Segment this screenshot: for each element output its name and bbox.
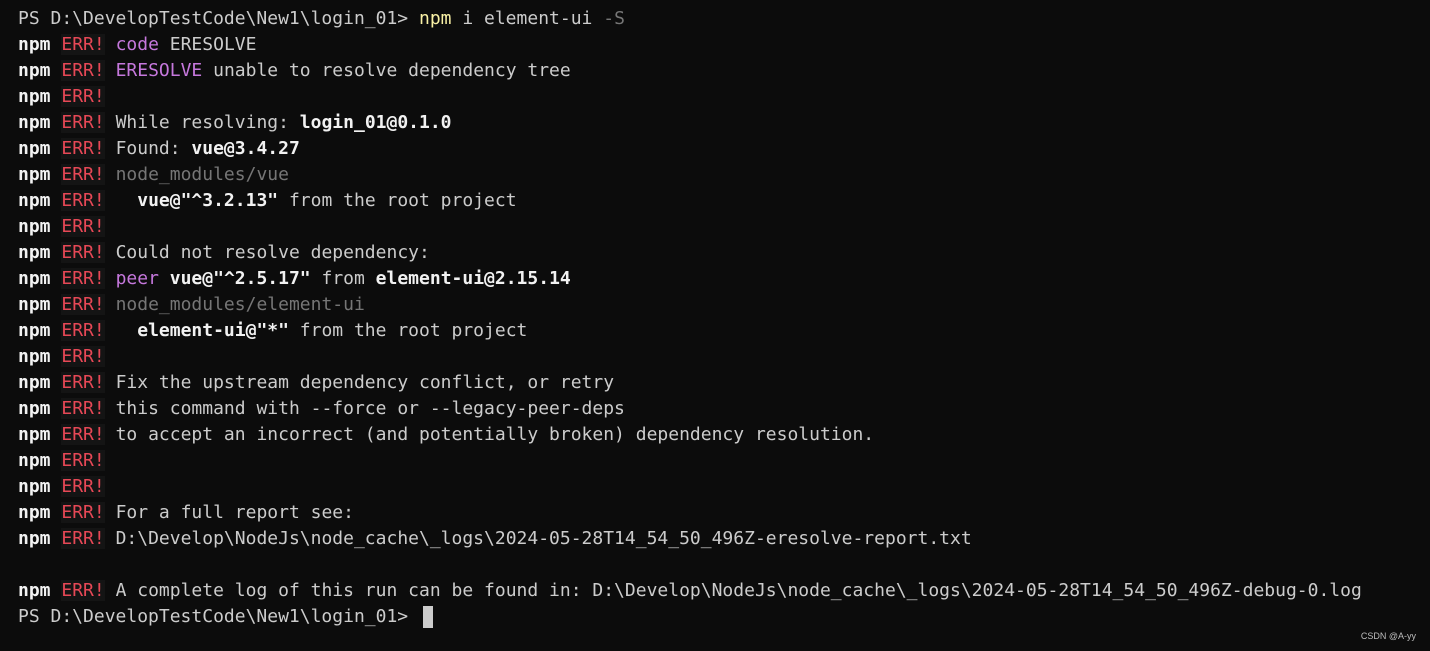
error-code-key: code — [115, 34, 159, 55]
terminal-line: npm ERR! element-ui@"*" from the root pr… — [18, 318, 1430, 344]
npm-prefix: npm — [18, 580, 51, 601]
npm-prefix: npm — [18, 86, 51, 107]
terminal-line-prompt[interactable]: PS D:\DevelopTestCode\New1\login_01> — [18, 604, 1430, 630]
line-text: from — [310, 268, 376, 289]
module-path: node_modules/vue — [115, 164, 289, 185]
error-code-highlight: ERESOLVE — [115, 60, 203, 81]
npm-prefix: npm — [18, 320, 51, 341]
terminal-line: npm ERR! — [18, 344, 1430, 370]
err-tag: ERR! — [61, 294, 105, 315]
watermark: CSDN @A-yy — [1360, 631, 1416, 641]
terminal-line: npm ERR! — [18, 84, 1430, 110]
peer-keyword: peer — [115, 268, 159, 289]
npm-prefix: npm — [18, 372, 51, 393]
terminal-line: npm ERR! — [18, 448, 1430, 474]
terminal-line: npm ERR! vue@"^3.2.13" from the root pro… — [18, 188, 1430, 214]
npm-prefix: npm — [18, 138, 51, 159]
line-text: from the root project — [278, 190, 517, 211]
err-tag: ERR! — [61, 320, 105, 341]
npm-prefix: npm — [18, 528, 51, 549]
terminal-line: npm ERR! node_modules/vue — [18, 162, 1430, 188]
err-tag: ERR! — [61, 268, 105, 289]
prompt: PS D:\DevelopTestCode\New1\login_01> — [18, 8, 409, 29]
terminal-line: npm ERR! — [18, 214, 1430, 240]
err-tag: ERR! — [61, 346, 105, 367]
err-tag: ERR! — [61, 372, 105, 393]
package-name: element-ui@"*" — [115, 320, 289, 341]
terminal-line: npm ERR! ERESOLVE unable to resolve depe… — [18, 58, 1430, 84]
npm-prefix: npm — [18, 294, 51, 315]
line-text: to accept an incorrect (and potentially … — [115, 424, 875, 445]
err-tag: ERR! — [61, 86, 105, 107]
package-name: vue@"^2.5.17" — [158, 268, 311, 289]
package-name: vue@3.4.27 — [191, 138, 300, 159]
npm-prefix: npm — [18, 190, 51, 211]
error-message: unable to resolve dependency tree — [202, 60, 571, 81]
terminal-line: npm ERR! Found: vue@3.4.27 — [18, 136, 1430, 162]
terminal-line: npm ERR! to accept an incorrect (and pot… — [18, 422, 1430, 448]
package-name: element-ui@2.15.14 — [375, 268, 571, 289]
command-flag: -S — [592, 8, 625, 29]
err-tag: ERR! — [61, 164, 105, 185]
line-text: from the root project — [288, 320, 528, 341]
npm-prefix: npm — [18, 450, 51, 471]
terminal-line: npm ERR! For a full report see: — [18, 500, 1430, 526]
error-code-value: ERESOLVE — [158, 34, 257, 55]
terminal-window[interactable]: PS D:\DevelopTestCode\New1\login_01> npm… — [0, 0, 1430, 651]
npm-prefix: npm — [18, 476, 51, 497]
line-label: Found: — [115, 138, 192, 159]
line-text: For a full report see: — [115, 502, 354, 523]
err-tag: ERR! — [61, 476, 105, 497]
err-tag: ERR! — [61, 60, 105, 81]
terminal-line: npm ERR! code ERESOLVE — [18, 32, 1430, 58]
err-tag: ERR! — [61, 424, 105, 445]
terminal-line: npm ERR! — [18, 474, 1430, 500]
log-path: A complete log of this run can be found … — [115, 580, 1362, 601]
err-tag: ERR! — [61, 216, 105, 237]
terminal-line: npm ERR! A complete log of this run can … — [18, 578, 1430, 604]
terminal-line: npm ERR! this command with --force or --… — [18, 396, 1430, 422]
text-cursor[interactable] — [422, 606, 433, 628]
npm-prefix: npm — [18, 164, 51, 185]
npm-prefix: npm — [18, 398, 51, 419]
err-tag: ERR! — [61, 112, 105, 133]
npm-prefix: npm — [18, 424, 51, 445]
err-tag: ERR! — [61, 580, 105, 601]
terminal-line: npm ERR! While resolving: login_01@0.1.0 — [18, 110, 1430, 136]
command-args: i element-ui — [451, 8, 593, 29]
npm-prefix: npm — [18, 502, 51, 523]
err-tag: ERR! — [61, 528, 105, 549]
err-tag: ERR! — [61, 502, 105, 523]
terminal-line-command: PS D:\DevelopTestCode\New1\login_01> npm… — [18, 6, 1430, 32]
line-text: this command with --force or --legacy-pe… — [115, 398, 625, 419]
npm-prefix: npm — [18, 268, 51, 289]
npm-prefix: npm — [18, 112, 51, 133]
terminal-line: npm ERR! D:\Develop\NodeJs\node_cache\_l… — [18, 526, 1430, 552]
terminal-line: npm ERR! peer vue@"^2.5.17" from element… — [18, 266, 1430, 292]
module-path: node_modules/element-ui — [115, 294, 365, 315]
line-text: Could not resolve dependency: — [115, 242, 430, 263]
npm-prefix: npm — [18, 216, 51, 237]
err-tag: ERR! — [61, 242, 105, 263]
report-path: D:\Develop\NodeJs\node_cache\_logs\2024-… — [115, 528, 972, 549]
err-tag: ERR! — [61, 138, 105, 159]
npm-prefix: npm — [18, 60, 51, 81]
err-tag: ERR! — [61, 190, 105, 211]
line-text: Fix the upstream dependency conflict, or… — [115, 372, 615, 393]
err-tag: ERR! — [61, 450, 105, 471]
terminal-line: npm ERR! Fix the upstream dependency con… — [18, 370, 1430, 396]
terminal-line: npm ERR! node_modules/element-ui — [18, 292, 1430, 318]
command-npm: npm — [418, 8, 452, 29]
npm-prefix: npm — [18, 346, 51, 367]
prompt: PS D:\DevelopTestCode\New1\login_01> — [18, 606, 409, 627]
npm-prefix: npm — [18, 34, 51, 55]
npm-prefix: npm — [18, 242, 51, 263]
err-tag: ERR! — [61, 398, 105, 419]
err-tag: ERR! — [61, 34, 105, 55]
package-name: login_01@0.1.0 — [299, 112, 452, 133]
terminal-line: npm ERR! Could not resolve dependency: — [18, 240, 1430, 266]
package-name: vue@"^3.2.13" — [115, 190, 279, 211]
line-label: While resolving: — [115, 112, 300, 133]
